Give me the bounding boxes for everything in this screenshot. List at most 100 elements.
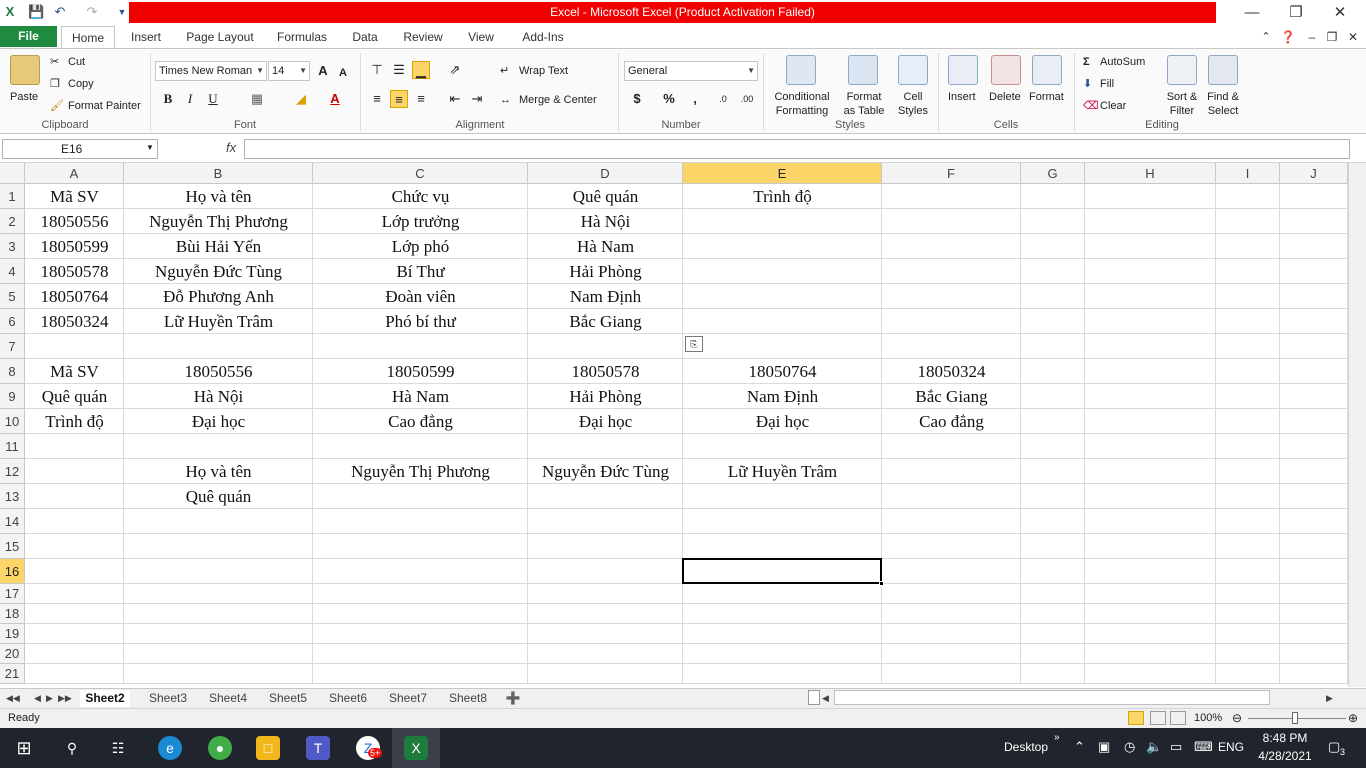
underline-button[interactable]: U <box>204 90 222 108</box>
column-header-d[interactable]: D <box>528 163 683 184</box>
insert-button[interactable]: Insert <box>948 90 976 104</box>
column-header-e[interactable]: E <box>683 163 882 184</box>
row-header-9[interactable]: 9 <box>0 384 25 409</box>
zoom-level[interactable]: 100% <box>1194 712 1222 724</box>
autosum-button[interactable]: AutoSum <box>1100 55 1145 69</box>
fill-color-icon[interactable]: ◢ <box>292 90 310 108</box>
cell-c8[interactable]: 18050599 <box>313 359 528 384</box>
cell-b1[interactable]: Họ và tên <box>124 184 313 209</box>
select-all-corner[interactable] <box>0 163 25 184</box>
cell-d6[interactable]: Bắc Giang <box>528 309 683 334</box>
cell-d1[interactable]: Quê quán <box>528 184 683 209</box>
wrap-text-button[interactable]: Wrap Text <box>519 64 568 78</box>
name-box[interactable]: E16 <box>2 139 158 159</box>
paste-icon[interactable] <box>10 55 40 85</box>
sheet-tab-sheet3[interactable]: Sheet3 <box>142 690 194 707</box>
column-header-a[interactable]: A <box>25 163 124 184</box>
sheet-tab-sheet8[interactable]: Sheet8 <box>442 690 494 707</box>
scroll-left-icon[interactable]: ◀ <box>822 690 829 707</box>
tab-insert[interactable]: Insert <box>122 26 170 48</box>
page-break-view-icon[interactable] <box>1170 711 1186 725</box>
insert-function-button[interactable]: fx <box>226 140 236 155</box>
task-view-icon[interactable]: ☷ <box>106 736 130 760</box>
minimize-button[interactable]: — <box>1230 2 1274 24</box>
row-header-16[interactable]: 16 <box>0 559 25 584</box>
cell-a3[interactable]: 18050599 <box>25 234 124 259</box>
last-sheet-icon[interactable]: ▶▶ <box>58 690 72 707</box>
column-header-h[interactable]: H <box>1085 163 1216 184</box>
format-button[interactable]: Format <box>1029 90 1064 104</box>
horizontal-scrollbar[interactable] <box>834 690 1270 705</box>
cell-b6[interactable]: Lữ Huyền Trâm <box>124 309 313 334</box>
decrease-indent-icon[interactable]: ⇤ <box>446 90 464 108</box>
increase-decimal-icon[interactable]: .0 <box>714 90 732 108</box>
row-header-21[interactable]: 21 <box>0 664 25 684</box>
notification-icon[interactable]: ▢ <box>1328 739 1340 755</box>
language-indicator[interactable]: ENG <box>1218 740 1244 754</box>
search-icon[interactable]: ⚲ <box>60 736 84 760</box>
row-header-15[interactable]: 15 <box>0 534 25 559</box>
meet-now-icon[interactable]: ▣ <box>1098 739 1110 755</box>
zoom-in-icon[interactable]: ⊕ <box>1348 711 1358 725</box>
cell-a8[interactable]: Mã SV <box>25 359 124 384</box>
cell-a10[interactable]: Trình độ <box>25 409 124 434</box>
row-header-14[interactable]: 14 <box>0 509 25 534</box>
scroll-right-icon[interactable]: ▶ <box>1326 690 1333 707</box>
bold-button[interactable]: B <box>159 90 177 108</box>
cell-b8[interactable]: 18050556 <box>124 359 313 384</box>
help-icon[interactable]: ❓ <box>1280 26 1296 48</box>
file-explorer-icon[interactable]: □ <box>256 736 280 760</box>
save-icon[interactable]: 💾 <box>28 4 44 20</box>
cell-b5[interactable]: Đỗ Phương Anh <box>124 284 313 309</box>
cell-a9[interactable]: Quê quán <box>25 384 124 409</box>
cell-f9[interactable]: Bắc Giang <box>882 384 1021 409</box>
cell-f10[interactable]: Cao đẳng <box>882 409 1021 434</box>
align-left-icon[interactable]: ≡ <box>368 90 386 108</box>
delete-button[interactable]: Delete <box>989 90 1021 104</box>
keyboard-icon[interactable]: ⌨ <box>1194 739 1213 755</box>
row-header-8[interactable]: 8 <box>0 359 25 384</box>
row-header-7[interactable]: 7 <box>0 334 25 359</box>
format-painter-button[interactable]: Format Painter <box>68 99 141 113</box>
row-header-1[interactable]: 1 <box>0 184 25 209</box>
undo-icon[interactable]: ↶ <box>52 4 68 20</box>
clock-date[interactable]: 4/28/2021 <box>1251 749 1319 763</box>
normal-view-icon[interactable] <box>1128 711 1144 725</box>
sheet-tab-sheet7[interactable]: Sheet7 <box>382 690 434 707</box>
tab-add-ins[interactable]: Add-Ins <box>512 26 574 48</box>
formula-input[interactable] <box>244 139 1350 159</box>
sort-filter-button[interactable]: Sort & Filter <box>1162 90 1202 118</box>
cell-c5[interactable]: Đoàn viên <box>313 284 528 309</box>
tab-page-layout[interactable]: Page Layout <box>180 26 260 48</box>
column-header-b[interactable]: B <box>124 163 313 184</box>
cell-b4[interactable]: Nguyễn Đức Tùng <box>124 259 313 284</box>
row-header-19[interactable]: 19 <box>0 624 25 644</box>
paste-button[interactable]: Paste <box>10 90 38 104</box>
tab-view[interactable]: View <box>460 26 502 48</box>
excel-taskbar-icon[interactable]: X <box>404 736 428 760</box>
sheet-tab-sheet5[interactable]: Sheet5 <box>262 690 314 707</box>
row-header-18[interactable]: 18 <box>0 604 25 624</box>
show-hidden-icons-icon[interactable]: ⌃ <box>1074 739 1085 755</box>
cell-c6[interactable]: Phó bí thư <box>313 309 528 334</box>
cell-c12[interactable]: Nguyễn Thị Phương <box>313 459 528 484</box>
first-sheet-icon[interactable]: ◀◀ <box>6 690 20 707</box>
conditional-formatting-button[interactable]: Conditional Formatting <box>770 90 834 118</box>
cell-d10[interactable]: Đại học <box>528 409 683 434</box>
cell-d9[interactable]: Hải Phòng <box>528 384 683 409</box>
page-layout-view-icon[interactable] <box>1150 711 1166 725</box>
cell-b2[interactable]: Nguyễn Thị Phương <box>124 209 313 234</box>
shrink-font-icon[interactable]: A <box>334 64 352 82</box>
cell-c9[interactable]: Hà Nam <box>313 384 528 409</box>
align-top-icon[interactable]: ⊤ <box>368 61 386 79</box>
wifi-icon[interactable]: ◷ <box>1124 739 1135 755</box>
redo-icon[interactable]: ↷ <box>84 4 100 20</box>
toolbar-overflow-icon[interactable]: » <box>1054 732 1060 743</box>
wb-close-icon[interactable]: ✕ <box>1346 26 1360 48</box>
number-format-select[interactable]: General ▼ <box>624 61 758 81</box>
column-header-j[interactable]: J <box>1280 163 1348 184</box>
active-cell-selection[interactable] <box>682 558 884 586</box>
next-sheet-icon[interactable]: ▶ <box>46 690 53 707</box>
clock-time[interactable]: 8:48 PM <box>1255 731 1315 745</box>
minimize-ribbon-icon[interactable]: ⌃ <box>1258 26 1274 48</box>
